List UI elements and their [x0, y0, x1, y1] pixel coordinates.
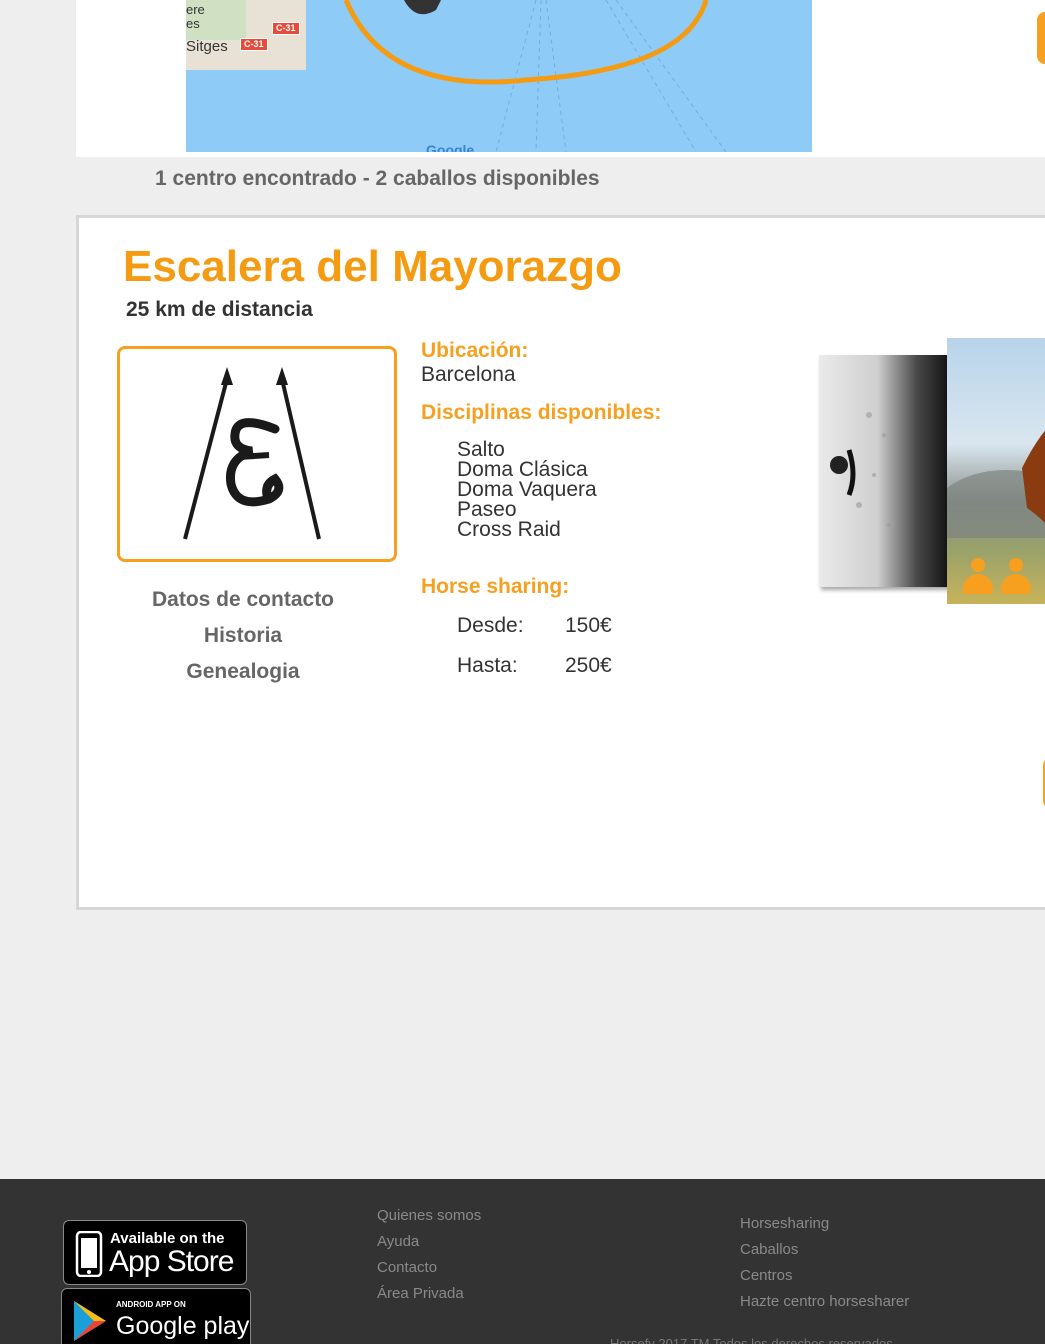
history-link[interactable]: Historia — [117, 618, 369, 654]
map-label: es — [186, 16, 200, 31]
copyright-text: Horsefy 2017 TM Todos los derechos reser… — [610, 1336, 893, 1344]
road-badge: C-31 — [272, 22, 300, 35]
google-play-big-text: Google play — [116, 1312, 250, 1340]
center-logo-icon — [183, 367, 321, 540]
footer-link-contact[interactable]: Contacto — [377, 1255, 481, 1281]
google-play-small-text: ANDROID APP ON — [116, 1300, 186, 1309]
footer-links-col-1: Quienes somos Ayuda Contacto Área Privad… — [377, 1203, 481, 1307]
footer-link-help[interactable]: Ayuda — [377, 1229, 481, 1255]
price-to-label: Hasta: — [457, 654, 518, 677]
footer-link-centers[interactable]: Centros — [740, 1263, 909, 1289]
horse-photo-white[interactable] — [819, 355, 949, 587]
horse-photo-brown[interactable] — [947, 338, 1045, 604]
center-name[interactable]: Escalera del Mayorazgo — [123, 242, 622, 292]
footer: Available on the App Store ANDROID APP O… — [0, 1179, 1045, 1344]
contact-data-link[interactable]: Datos de contacto — [117, 582, 369, 618]
map-attribution: Google — [426, 142, 475, 152]
results-summary: 1 centro encontrado - 2 caballos disponi… — [155, 167, 600, 190]
map-side-tab[interactable] — [1037, 12, 1045, 64]
discipline-item: Cross Raid — [457, 518, 561, 541]
horse-sharing-heading: Horse sharing: — [421, 575, 570, 598]
footer-link-horses[interactable]: Caballos — [740, 1237, 909, 1263]
center-logo-box[interactable] — [117, 346, 397, 562]
price-to-row: Hasta: 250€ — [457, 654, 661, 678]
center-info: Ubicación: Barcelona Disciplinas disponi… — [421, 338, 661, 678]
disciplines-list: Salto Doma Clásica Doma Vaquera Paseo Cr… — [457, 438, 661, 541]
discipline-item: Doma Clásica — [457, 458, 588, 481]
footer-link-private-area[interactable]: Área Privada — [377, 1281, 481, 1307]
price-from-value: 150€ — [565, 614, 612, 637]
map-panel: ere es Sitges C-31 C-31 Google — [76, 0, 1045, 157]
discipline-item: Salto — [457, 438, 505, 461]
search-radius-circle — [343, 0, 709, 85]
app-store-badge[interactable]: Available on the App Store — [63, 1220, 247, 1285]
map-marker-icon — [404, 0, 441, 15]
price-to-value: 250€ — [565, 654, 612, 677]
footer-link-about[interactable]: Quienes somos — [377, 1203, 481, 1229]
road-badge: C-31 — [240, 38, 268, 51]
center-distance: 25 km de distancia — [126, 298, 313, 321]
map[interactable]: ere es Sitges C-31 C-31 Google — [186, 0, 812, 152]
location-value: Barcelona — [421, 363, 516, 386]
google-play-icon — [74, 1301, 106, 1341]
map-label: ere — [186, 2, 205, 17]
map-label-sitges: Sitges — [186, 38, 228, 55]
price-from-row: Desde: 150€ — [457, 614, 661, 638]
price-from-label: Desde: — [457, 614, 524, 637]
horse-photo-white-art — [830, 412, 891, 527]
center-links: Datos de contacto Historia Genealogia — [117, 582, 369, 690]
google-play-badge[interactable]: ANDROID APP ON Google play — [61, 1288, 251, 1344]
footer-links-col-2: Horsesharing Caballos Centros Hazte cent… — [740, 1211, 909, 1315]
discipline-item: Doma Vaquera — [457, 478, 597, 501]
phone-icon — [75, 1231, 103, 1277]
app-store-big-text: App Store — [109, 1245, 234, 1278]
disciplines-heading: Disciplinas disponibles: — [421, 401, 662, 424]
center-card: Escalera del Mayorazgo 25 km de distanci… — [76, 215, 1045, 910]
genealogy-link[interactable]: Genealogia — [117, 654, 369, 690]
discipline-item: Paseo — [457, 498, 517, 521]
footer-link-horsesharing[interactable]: Horsesharing — [740, 1211, 909, 1237]
users-icon — [961, 558, 1033, 596]
location-heading: Ubicación: — [421, 339, 529, 362]
footer-link-become-center[interactable]: Hazte centro horsesharer — [740, 1289, 909, 1315]
